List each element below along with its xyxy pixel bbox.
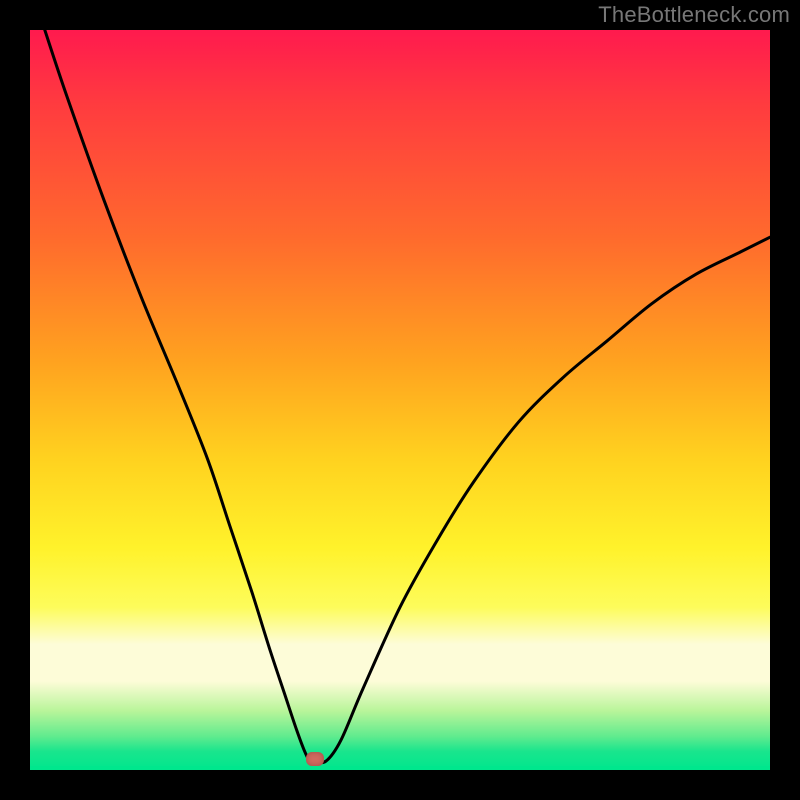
chart-root: TheBottleneck.com	[0, 0, 800, 800]
baseline-green-band	[30, 766, 770, 770]
watermark-text: TheBottleneck.com	[598, 2, 790, 28]
bottleneck-curve-svg	[30, 30, 770, 770]
plot-area	[30, 30, 770, 770]
bottleneck-curve-path	[45, 30, 770, 763]
optimal-point-marker	[306, 752, 324, 766]
